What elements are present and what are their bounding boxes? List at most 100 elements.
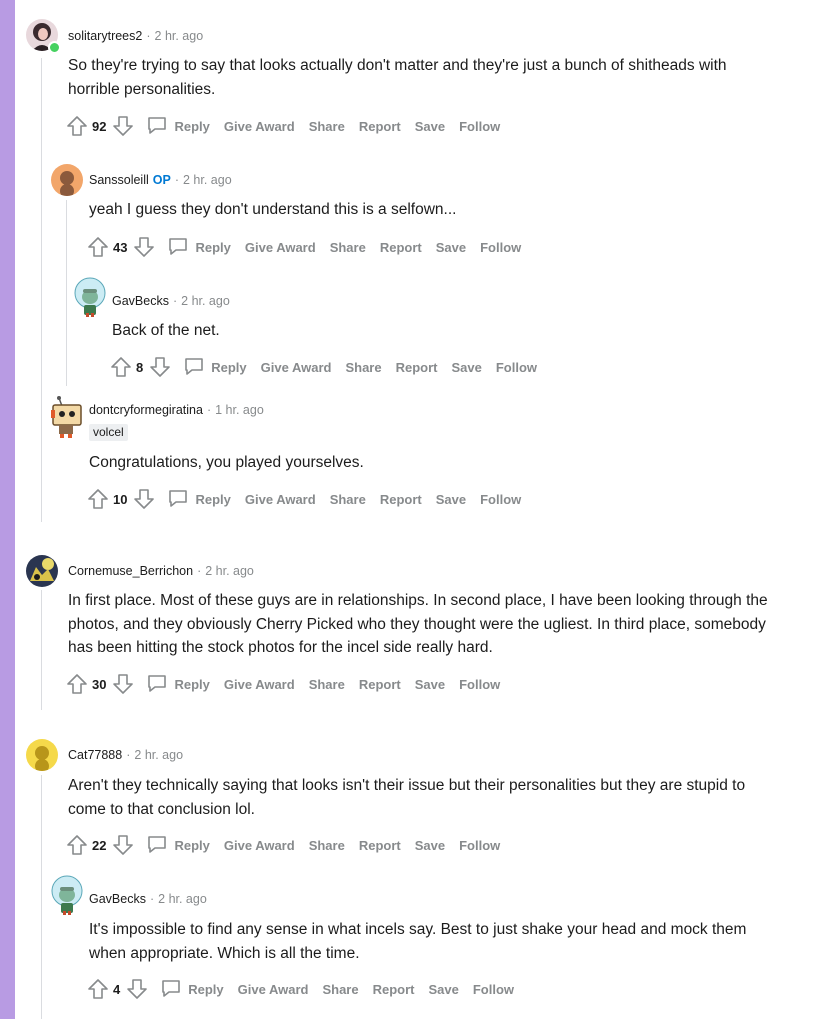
upvote-icon[interactable]: [87, 488, 109, 510]
downvote-icon[interactable]: [133, 488, 155, 510]
author-name[interactable]: Sanssoleill: [89, 173, 149, 187]
report-button[interactable]: Report: [359, 838, 401, 853]
vote-score: 8: [136, 359, 144, 375]
report-button[interactable]: Report: [359, 677, 401, 692]
upvote-icon[interactable]: [66, 115, 88, 137]
save-button[interactable]: Save: [451, 360, 481, 375]
author-name[interactable]: dontcryformegiratina: [89, 403, 203, 417]
author-name[interactable]: GavBecks: [89, 892, 146, 906]
avatar[interactable]: [26, 739, 58, 771]
thread-line[interactable]: [41, 590, 42, 710]
upvote-icon[interactable]: [110, 356, 132, 378]
report-button[interactable]: Report: [373, 982, 415, 997]
downvote-icon[interactable]: [149, 356, 171, 378]
share-button[interactable]: Share: [309, 838, 345, 853]
downvote-icon[interactable]: [126, 978, 148, 1000]
save-button[interactable]: Save: [436, 240, 466, 255]
vote-score: 92: [92, 118, 107, 134]
save-button[interactable]: Save: [428, 982, 458, 997]
reply-button[interactable]: Reply: [146, 672, 210, 697]
reply-icon: [160, 977, 188, 1002]
save-button[interactable]: Save: [415, 119, 445, 134]
share-button[interactable]: Share: [345, 360, 381, 375]
comment-actions: 10 Reply Give Award Share Report Save Fo…: [87, 487, 521, 511]
reply-icon: [183, 355, 211, 380]
share-button[interactable]: Share: [330, 492, 366, 507]
follow-button[interactable]: Follow: [473, 982, 514, 997]
downvote-icon[interactable]: [133, 236, 155, 258]
report-button[interactable]: Report: [396, 360, 438, 375]
give-award-button[interactable]: Give Award: [245, 240, 316, 255]
comment-meta: solitarytrees2 · 2 hr. ago: [68, 29, 204, 43]
share-button[interactable]: Share: [309, 119, 345, 134]
upvote-icon[interactable]: [66, 673, 88, 695]
avatar[interactable]: [51, 164, 83, 196]
save-button[interactable]: Save: [415, 677, 445, 692]
downvote-icon[interactable]: [112, 115, 134, 137]
give-award-button[interactable]: Give Award: [224, 677, 295, 692]
vote-score: 10: [113, 491, 128, 507]
vote-score: 43: [113, 239, 128, 255]
author-name[interactable]: solitarytrees2: [68, 29, 142, 43]
save-button[interactable]: Save: [415, 838, 445, 853]
reply-icon: [146, 833, 174, 858]
downvote-icon[interactable]: [112, 834, 134, 856]
thread-line[interactable]: [41, 775, 42, 1019]
avatar[interactable]: [26, 555, 58, 587]
reply-icon: [167, 487, 195, 512]
timestamp[interactable]: 2 hr. ago: [205, 564, 254, 578]
avatar[interactable]: [49, 396, 83, 438]
avatar[interactable]: [51, 875, 83, 915]
reply-button[interactable]: Reply: [183, 355, 247, 380]
thread-line[interactable]: [66, 200, 67, 386]
give-award-button[interactable]: Give Award: [238, 982, 309, 997]
comment-body: Aren't they technically saying that look…: [68, 777, 746, 818]
op-badge: OP: [152, 173, 171, 187]
comment-actions: 92 Reply Give Award Share Report Save Fo…: [66, 114, 500, 138]
upvote-icon[interactable]: [87, 236, 109, 258]
author-name[interactable]: GavBecks: [112, 294, 169, 308]
timestamp[interactable]: 1 hr. ago: [215, 403, 264, 417]
reply-button[interactable]: Reply: [167, 235, 231, 260]
comment-actions: 30 Reply Give Award Share Report Save Fo…: [66, 672, 500, 696]
avatar[interactable]: [74, 277, 106, 317]
reply-button[interactable]: Reply: [146, 833, 210, 858]
comment-actions: 4 Reply Give Award Share Report Save Fol…: [87, 977, 514, 1001]
downvote-icon[interactable]: [112, 673, 134, 695]
reply-button[interactable]: Reply: [146, 114, 210, 139]
author-name[interactable]: Cat77888: [68, 748, 122, 762]
save-button[interactable]: Save: [436, 492, 466, 507]
follow-button[interactable]: Follow: [459, 119, 500, 134]
report-button[interactable]: Report: [359, 119, 401, 134]
follow-button[interactable]: Follow: [496, 360, 537, 375]
timestamp[interactable]: 2 hr. ago: [183, 173, 232, 187]
author-name[interactable]: Cornemuse_Berrichon: [68, 564, 193, 578]
share-button[interactable]: Share: [309, 677, 345, 692]
upvote-icon[interactable]: [87, 978, 109, 1000]
vote-score: 30: [92, 676, 107, 692]
give-award-button[interactable]: Give Award: [224, 838, 295, 853]
give-award-button[interactable]: Give Award: [224, 119, 295, 134]
share-button[interactable]: Share: [330, 240, 366, 255]
timestamp[interactable]: 2 hr. ago: [181, 294, 230, 308]
report-button[interactable]: Report: [380, 240, 422, 255]
timestamp[interactable]: 2 hr. ago: [158, 892, 207, 906]
thread-line[interactable]: [41, 58, 42, 522]
give-award-button[interactable]: Give Award: [261, 360, 332, 375]
community-accent-stripe: [0, 0, 15, 1019]
follow-button[interactable]: Follow: [480, 492, 521, 507]
reply-icon: [167, 235, 195, 260]
follow-button[interactable]: Follow: [459, 838, 500, 853]
follow-button[interactable]: Follow: [480, 240, 521, 255]
reply-button[interactable]: Reply: [167, 487, 231, 512]
share-button[interactable]: Share: [322, 982, 358, 997]
give-award-button[interactable]: Give Award: [245, 492, 316, 507]
upvote-icon[interactable]: [66, 834, 88, 856]
timestamp[interactable]: 2 hr. ago: [134, 748, 183, 762]
timestamp[interactable]: 2 hr. ago: [155, 29, 204, 43]
vote-score: 22: [92, 837, 107, 853]
report-button[interactable]: Report: [380, 492, 422, 507]
reply-icon: [146, 114, 174, 139]
follow-button[interactable]: Follow: [459, 677, 500, 692]
reply-button[interactable]: Reply: [160, 977, 224, 1002]
